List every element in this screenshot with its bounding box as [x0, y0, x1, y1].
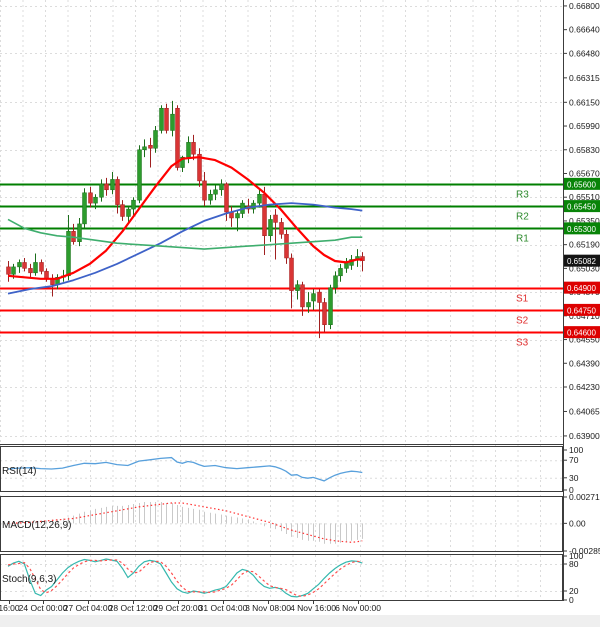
- candle-body: [323, 302, 327, 324]
- price-axis-label: 0.66315: [569, 73, 600, 83]
- candle-body: [192, 142, 196, 154]
- sr-price-tag-s1-text: 0.64900: [567, 284, 596, 293]
- candle-body: [301, 285, 305, 307]
- candle-body: [220, 184, 224, 190]
- candle-body: [225, 184, 229, 212]
- current-price-tag-text: 0.65082: [567, 257, 596, 266]
- candle-body: [214, 190, 218, 194]
- candle-body: [40, 262, 44, 271]
- price-axis-label: 0.65990: [569, 121, 600, 131]
- price-axis-label: 0.66640: [569, 25, 600, 35]
- candle-body: [263, 194, 267, 236]
- candle-body: [258, 194, 262, 203]
- sr-price-tag-s2-text: 0.64750: [567, 306, 596, 315]
- candle-body: [100, 184, 104, 197]
- sr-price-tag-r2-text: 0.65450: [567, 203, 596, 212]
- candle-body: [105, 184, 109, 190]
- candle-body: [121, 205, 125, 217]
- candle-body: [312, 294, 316, 301]
- candle-body: [187, 142, 191, 157]
- candle-body: [329, 288, 333, 325]
- candle-body: [45, 271, 49, 278]
- sr-label-s1: S1: [516, 294, 529, 305]
- candle-body: [83, 193, 87, 224]
- stoch-axis-label: 0: [569, 595, 574, 605]
- sr-label-r2: R2: [516, 212, 529, 223]
- candle-body: [160, 108, 164, 130]
- sr-label-s3: S3: [516, 338, 529, 349]
- candle-body: [138, 150, 142, 200]
- candle-body: [236, 214, 240, 218]
- candle-body: [280, 222, 284, 234]
- price-axis-label: 0.65190: [569, 240, 600, 250]
- candle-body: [7, 267, 11, 274]
- candle-body: [290, 258, 294, 291]
- macd-axis-label: 0.002719: [569, 492, 600, 502]
- sr-price-tag-r1-text: 0.65300: [567, 225, 596, 234]
- time-axis-label: 24 Oct 00:00: [19, 603, 68, 613]
- candle-body: [339, 268, 343, 275]
- price-axis-label: 0.65830: [569, 145, 600, 155]
- candle-body: [171, 114, 175, 130]
- candle-body: [269, 219, 273, 235]
- candle-body: [67, 231, 71, 275]
- candle-body: [132, 200, 136, 209]
- price-axis-label: 0.63900: [569, 431, 600, 441]
- candle-body: [29, 268, 33, 272]
- time-axis-label: 6 Nov 00:00: [335, 603, 381, 613]
- footer-strip: [0, 615, 600, 627]
- candle-body: [318, 292, 322, 302]
- candle-body: [34, 262, 38, 272]
- price-axis-label: 0.66480: [569, 48, 600, 58]
- time-axis-label: 3 Nov 08:00: [245, 603, 291, 613]
- time-axis-label: 4 Nov 16:00: [290, 603, 336, 613]
- candle-body: [18, 262, 22, 266]
- sr-price-tag-r3-text: 0.65600: [567, 180, 596, 189]
- time-axis-label: 31 Oct 04:00: [199, 603, 248, 613]
- candle-body: [203, 181, 207, 200]
- price-axis-label: 0.66800: [569, 1, 600, 11]
- time-axis-label: 29 Oct 20:00: [154, 603, 203, 613]
- time-axis-label: 16:00: [0, 603, 20, 613]
- candle-body: [274, 215, 278, 222]
- candle-body: [176, 108, 180, 167]
- candle-body: [307, 302, 311, 306]
- candle-body: [285, 234, 289, 258]
- candle-body: [149, 145, 153, 148]
- sr-label-r1: R1: [516, 234, 529, 245]
- macd-axis-label: 0.00: [569, 518, 586, 528]
- price-axis-label: 0.65670: [569, 168, 600, 178]
- price-axis-label: 0.66150: [569, 97, 600, 107]
- chart-canvas[interactable]: R3 R2 R1 S1 S2 S3 0.66800 0.66640 0.66480 0.66315…: [0, 0, 600, 627]
- rsi-axis-label: 100: [569, 445, 583, 455]
- candle-body: [12, 267, 16, 274]
- candle-body: [23, 262, 27, 268]
- price-axis-label: 0.64390: [569, 358, 600, 368]
- sr-price-tag-s3-text: 0.64600: [567, 329, 596, 338]
- candle-body: [143, 147, 147, 150]
- candle-body: [89, 193, 93, 203]
- price-axis-label: 0.64065: [569, 406, 600, 416]
- stoch-indicator-label: Stoch(9,6,3): [2, 574, 56, 585]
- candle-body: [154, 130, 158, 148]
- candle-body: [165, 108, 169, 130]
- stoch-axis-label: 80: [569, 559, 579, 569]
- trading-chart-window: R3 R2 R1 S1 S2 S3 0.66800 0.66640 0.66480 0.66315…: [0, 0, 600, 627]
- candle-body: [296, 285, 300, 291]
- rsi-axis-label: 70: [569, 455, 579, 465]
- candle-body: [334, 276, 338, 288]
- sr-label-r3: R3: [516, 190, 529, 201]
- price-axis-label: 0.64230: [569, 382, 600, 392]
- sr-label-s2: S2: [516, 316, 529, 327]
- candle-body: [111, 179, 115, 189]
- rsi-indicator-label: RSI(14): [2, 466, 36, 477]
- candle-body: [127, 209, 131, 216]
- candle-body: [94, 197, 98, 203]
- candle-body: [116, 179, 120, 204]
- macd-indicator-label: MACD(12,26,9): [2, 520, 71, 531]
- rsi-axis-label: 30: [569, 473, 579, 483]
- candle-body: [209, 194, 213, 200]
- time-axis-label: 27 Oct 04:00: [64, 603, 113, 613]
- time-axis-label: 28 Oct 12:00: [109, 603, 158, 613]
